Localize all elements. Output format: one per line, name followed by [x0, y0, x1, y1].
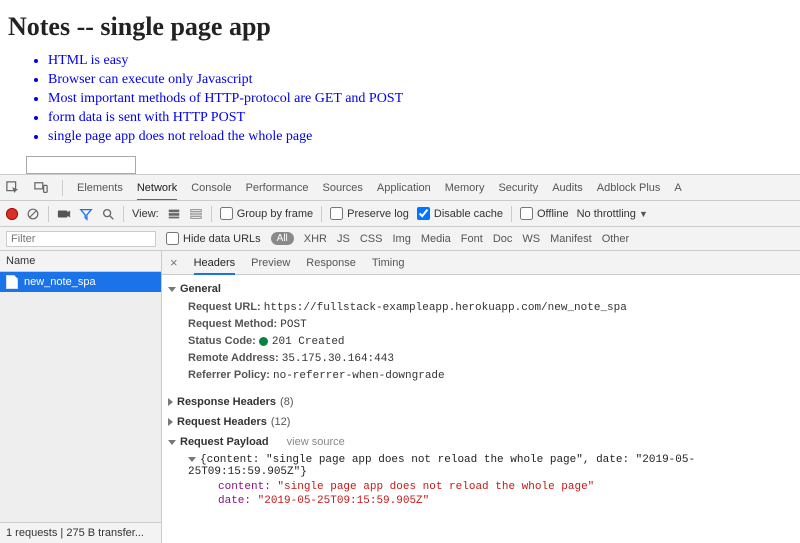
triangle-down-icon	[168, 440, 176, 445]
tab-security[interactable]: Security	[498, 182, 538, 194]
search-icon[interactable]	[101, 207, 115, 221]
throttling-select[interactable]: No throttling ▼	[577, 208, 648, 220]
section-response-headers[interactable]: Response Headers (8)	[162, 392, 800, 412]
filter-type-other[interactable]: Other	[602, 233, 630, 245]
tab-console[interactable]: Console	[191, 182, 231, 194]
request-list: Name new_note_spa 1 requests | 275 B tra…	[0, 251, 162, 543]
filter-type-font[interactable]: Font	[461, 233, 483, 245]
tab-elements[interactable]: Elements	[77, 182, 123, 194]
filter-type-doc[interactable]: Doc	[493, 233, 513, 245]
filter-type-ws[interactable]: WS	[522, 233, 540, 245]
request-detail: × Headers Preview Response Timing Genera…	[162, 251, 800, 543]
view-small-icon[interactable]	[189, 207, 203, 221]
network-status-bar: 1 requests | 275 B transfer...	[0, 522, 161, 543]
filter-type-css[interactable]: CSS	[360, 233, 383, 245]
devtools-tabs: Elements Network Console Performance Sou…	[0, 175, 800, 201]
device-toggle-icon[interactable]	[34, 181, 48, 195]
separator	[211, 206, 212, 222]
chevron-down-icon: ▼	[639, 209, 648, 219]
clear-icon[interactable]	[26, 207, 40, 221]
view-label: View:	[132, 208, 159, 220]
payload-summary[interactable]: {content: "single page app does not relo…	[162, 452, 800, 480]
webpage-content: Notes -- single page app HTML is easy Br…	[0, 0, 800, 174]
section-request-headers[interactable]: Request Headers (12)	[162, 412, 800, 432]
filter-input[interactable]	[6, 231, 156, 247]
triangle-right-icon	[168, 418, 173, 426]
separator	[123, 206, 124, 222]
kv-remote-address: Remote Address: 35.175.30.164:443	[162, 350, 800, 367]
tab-more[interactable]: A	[674, 182, 681, 194]
network-filter-bar: Hide data URLs All XHR JS CSS Img Media …	[0, 227, 800, 251]
detail-tab-headers[interactable]: Headers	[194, 257, 236, 275]
filter-type-img[interactable]: Img	[392, 233, 410, 245]
view-source-link[interactable]: view source	[287, 436, 345, 448]
request-list-empty	[0, 292, 161, 522]
tab-application[interactable]: Application	[377, 182, 431, 194]
close-icon[interactable]: ×	[170, 255, 178, 270]
triangle-right-icon	[168, 398, 173, 406]
list-item: Browser can execute only Javascript	[48, 71, 792, 90]
tab-memory[interactable]: Memory	[445, 182, 485, 194]
detail-body: General Request URL: https://fullstack-e…	[162, 275, 800, 543]
filter-type-manifest[interactable]: Manifest	[550, 233, 592, 245]
triangle-down-icon	[168, 287, 176, 292]
network-toolbar: View: Group by frame Preserve log Disabl…	[0, 201, 800, 227]
preserve-log-checkbox[interactable]: Preserve log	[330, 207, 409, 220]
camera-icon[interactable]	[57, 207, 71, 221]
network-body: Name new_note_spa 1 requests | 275 B tra…	[0, 251, 800, 543]
request-name: new_note_spa	[24, 276, 96, 288]
inspect-icon[interactable]	[6, 181, 20, 195]
filter-type-xhr[interactable]: XHR	[304, 233, 327, 245]
detail-tabs: × Headers Preview Response Timing	[162, 251, 800, 275]
filter-type-media[interactable]: Media	[421, 233, 451, 245]
hide-data-urls-checkbox[interactable]: Hide data URLs	[166, 232, 261, 245]
triangle-down-icon	[188, 457, 196, 462]
request-row[interactable]: new_note_spa	[0, 272, 161, 292]
devtools-panel: Elements Network Console Performance Sou…	[0, 174, 800, 543]
record-button[interactable]	[6, 208, 18, 220]
tab-audits[interactable]: Audits	[552, 182, 583, 194]
file-icon	[6, 275, 18, 289]
kv-request-url: Request URL: https://fullstack-exampleap…	[162, 299, 800, 316]
separator	[321, 206, 322, 222]
payload-prop-date: date: "2019-05-25T09:15:59.905Z"	[162, 494, 800, 508]
list-item: single page app does not reload the whol…	[48, 128, 792, 147]
tab-sources[interactable]: Sources	[323, 182, 363, 194]
detail-tab-timing[interactable]: Timing	[372, 257, 405, 269]
kv-request-method: Request Method: POST	[162, 316, 800, 333]
detail-tab-preview[interactable]: Preview	[251, 257, 290, 269]
note-input[interactable]	[26, 156, 136, 174]
filter-type-all[interactable]: All	[271, 232, 294, 245]
list-item: form data is sent with HTTP POST	[48, 109, 792, 128]
request-list-header[interactable]: Name	[0, 251, 161, 272]
separator	[511, 206, 512, 222]
tab-performance[interactable]: Performance	[246, 182, 309, 194]
kv-status-code: Status Code: 201 Created	[162, 333, 800, 350]
status-dot-icon	[259, 337, 268, 346]
kv-referrer-policy: Referrer Policy: no-referrer-when-downgr…	[162, 367, 800, 384]
separator	[62, 180, 63, 196]
list-item: Most important methods of HTTP-protocol …	[48, 90, 792, 109]
filter-type-js[interactable]: JS	[337, 233, 350, 245]
filter-icon[interactable]	[79, 207, 93, 221]
detail-tab-response[interactable]: Response	[306, 257, 356, 269]
list-item: HTML is easy	[48, 52, 792, 71]
separator	[48, 206, 49, 222]
section-request-payload[interactable]: Request Payload view source	[162, 432, 800, 452]
disable-cache-checkbox[interactable]: Disable cache	[417, 207, 503, 220]
tab-network[interactable]: Network	[137, 182, 177, 201]
page-title: Notes -- single page app	[8, 12, 792, 42]
offline-checkbox[interactable]: Offline	[520, 207, 569, 220]
payload-prop-content: content: "single page app does not reloa…	[162, 480, 800, 494]
notes-list: HTML is easy Browser can execute only Ja…	[8, 52, 792, 146]
tab-adblock[interactable]: Adblock Plus	[597, 182, 661, 194]
section-general[interactable]: General	[162, 279, 800, 299]
view-large-icon[interactable]	[167, 207, 181, 221]
group-by-frame-checkbox[interactable]: Group by frame	[220, 207, 313, 220]
